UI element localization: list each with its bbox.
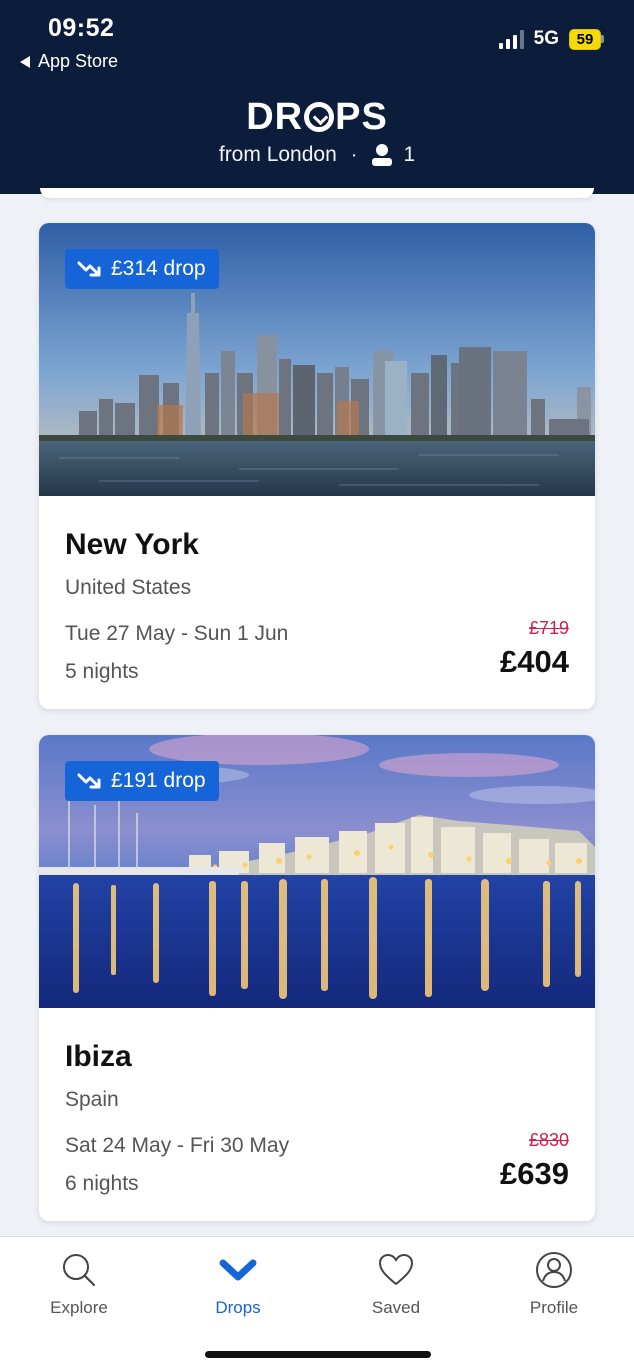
deal-info: New York United States Tue 27 May - Sun … [39,496,595,709]
nights-count: 5 nights [65,660,139,683]
travel-dates: Tue 27 May - Sun 1 Jun [65,622,289,645]
network-type: 5G [533,28,559,49]
tab-saved[interactable]: Saved [336,1251,456,1318]
page-title: DR PS [0,96,634,139]
battery-level: 59 [569,28,601,50]
destination-country: United States [65,576,192,599]
original-price: £830 [528,1130,569,1150]
destination-photo: £191 drop [39,735,595,1008]
tab-label: Profile [529,1298,579,1317]
original-price: £719 [528,618,569,638]
home-indicator [205,1351,431,1358]
signal-icon [498,29,524,49]
origin-label: from London [218,143,337,166]
passenger-number: 1 [403,143,416,166]
status-time: 09:52 [48,14,115,42]
tab-label: Saved [371,1298,421,1317]
destination-country: Spain [65,1088,119,1111]
tab-drops[interactable]: Drops [178,1251,298,1318]
battery-icon: 59 [569,28,604,50]
chevron-down-icon [219,1259,257,1281]
deal-card-ibiza[interactable]: £191 drop Ibiza Spain Sat 24 May - Fri 3… [39,735,595,1221]
current-price: £639 [500,1156,569,1191]
destination-city: Ibiza [65,1040,132,1073]
app-header: 09:52 App Store 5G 59 DR PS from London ·… [0,0,634,194]
destination-city: New York [65,528,199,561]
user-icon [536,1252,572,1288]
passenger-count: 1 [371,143,415,167]
drop-amount: £314 drop [111,257,206,280]
trend-down-icon [77,261,101,277]
trend-down-icon [77,773,101,789]
destination-photo: £314 drop [39,223,595,496]
deal-card-new-york[interactable]: £314 drop New York United States Tue 27 … [39,223,595,709]
deal-info: Ibiza Spain Sat 24 May - Fri 30 May 6 ni… [39,1008,595,1221]
heart-icon [378,1253,414,1286]
nights-count: 6 nights [65,1172,139,1195]
tab-label: Explore [50,1298,108,1317]
drops-logo-icon [304,102,335,132]
search-summary[interactable]: from London · 1 [0,143,634,167]
price-drop-badge: £314 drop [65,249,219,289]
search-icon [63,1254,96,1287]
drop-amount: £191 drop [111,769,206,792]
status-indicators: 5G 59 [498,28,604,50]
tab-profile[interactable]: Profile [494,1251,614,1318]
separator: · [350,143,358,166]
title-prefix: DR [246,96,304,138]
price-drop-badge: £191 drop [65,761,219,801]
tab-explore[interactable]: Explore [19,1251,139,1318]
back-arrow-icon [20,55,30,68]
back-label: App Store [38,51,119,71]
travel-dates: Sat 24 May - Fri 30 May [65,1134,290,1157]
current-price: £404 [500,644,569,679]
title-suffix: PS [335,96,388,138]
back-to-app-store[interactable]: App Store [20,51,118,72]
person-icon [372,144,393,166]
tab-label: Drops [215,1298,261,1317]
previous-card-edge [40,188,594,198]
